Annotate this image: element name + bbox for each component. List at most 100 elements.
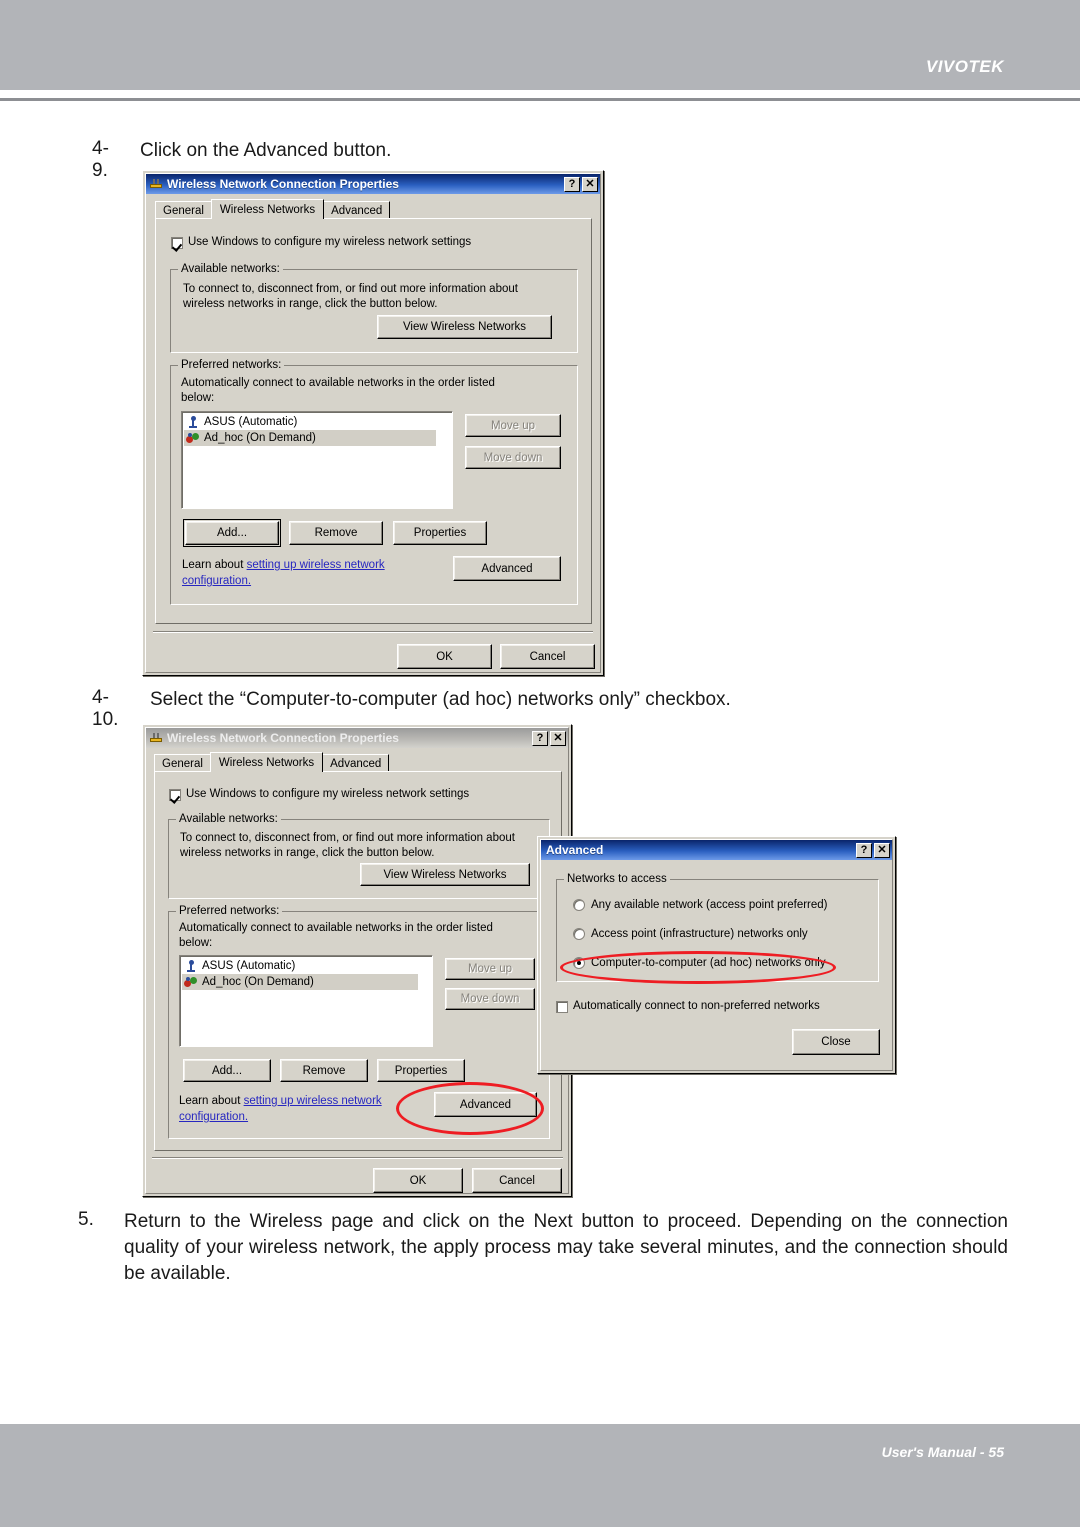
preferred-networks-listbox[interactable]: ASUS (Automatic) Ad_hoc (On Demand) bbox=[181, 411, 453, 509]
ok-button[interactable]: OK bbox=[397, 644, 492, 669]
dialog-titlebar[interactable]: Wireless Network Connection Properties ?… bbox=[146, 174, 600, 194]
advanced-dialog-title: Advanced bbox=[546, 843, 604, 857]
available-networks-group: Available networks: To connect to, disco… bbox=[170, 263, 578, 353]
close-button[interactable]: Close bbox=[792, 1029, 880, 1055]
setting-up-wireless-network-link-line2[interactable]: configuration. bbox=[182, 574, 251, 589]
add-button[interactable]: Add... bbox=[183, 519, 281, 547]
advanced-button[interactable]: Advanced bbox=[453, 556, 561, 581]
button-separator bbox=[152, 1157, 563, 1159]
tabstrip: General Wireless Networks Advanced bbox=[155, 199, 391, 219]
network-adapter-icon bbox=[149, 177, 163, 191]
tab-page-wireless-networks: Use Windows to configure my wireless net… bbox=[154, 771, 562, 1151]
checkbox-box bbox=[169, 789, 181, 801]
wireless-network-connection-properties-dialog-2[interactable]: Wireless Network Connection Properties ?… bbox=[142, 724, 572, 1197]
learn-prefix: Learn about bbox=[179, 1095, 244, 1107]
setting-up-wireless-network-link[interactable]: setting up wireless network bbox=[247, 559, 385, 571]
wireless-network-connection-properties-dialog-1[interactable]: Wireless Network Connection Properties ?… bbox=[142, 170, 604, 676]
list-item[interactable]: Ad_hoc (On Demand) bbox=[182, 974, 418, 990]
list-item[interactable]: ASUS (Automatic) bbox=[184, 414, 452, 430]
learn-prefix: Learn about bbox=[182, 559, 247, 571]
tabstrip: General Wireless Networks Advanced bbox=[154, 752, 390, 772]
tab-general[interactable]: General bbox=[154, 754, 211, 772]
available-desc-line1: To connect to, disconnect from, or find … bbox=[183, 283, 518, 295]
advanced-dialog-titlebar[interactable]: Advanced ? ✕ bbox=[541, 840, 892, 860]
move-down-button[interactable]: Move down bbox=[445, 988, 535, 1010]
advanced-dialog[interactable]: Advanced ? ✕ Networks to access Any avai… bbox=[537, 836, 896, 1074]
tab-general[interactable]: General bbox=[155, 201, 212, 219]
properties-button[interactable]: Properties bbox=[377, 1059, 465, 1082]
tab-wireless-networks[interactable]: Wireless Networks bbox=[210, 199, 325, 219]
use-windows-checkbox[interactable]: Use Windows to configure my wireless net… bbox=[171, 236, 471, 249]
access-point-icon bbox=[186, 415, 200, 429]
available-networks-label: Available networks: bbox=[178, 263, 283, 275]
radio-dot bbox=[573, 899, 585, 911]
preferred-networks-label: Preferred networks: bbox=[176, 905, 283, 917]
help-icon[interactable]: ? bbox=[564, 176, 580, 192]
help-icon[interactable]: ? bbox=[856, 842, 872, 858]
auto-connect-checkbox-label: Automatically connect to non-preferred n… bbox=[573, 1000, 820, 1012]
use-windows-checkbox-label: Use Windows to configure my wireless net… bbox=[186, 788, 470, 800]
tab-advanced[interactable]: Advanced bbox=[323, 201, 391, 219]
networks-to-access-group: Networks to access Any available network… bbox=[556, 873, 879, 982]
radio-computer-to-computer-only[interactable]: Computer-to-computer (ad hoc) networks o… bbox=[573, 957, 826, 969]
add-button[interactable]: Add... bbox=[183, 1059, 271, 1082]
networks-to-access-label: Networks to access bbox=[564, 873, 670, 885]
preferred-desc-line1: Automatically connect to available netwo… bbox=[181, 377, 495, 389]
remove-button[interactable]: Remove bbox=[280, 1059, 368, 1082]
available-networks-group: Available networks: To connect to, disco… bbox=[168, 813, 550, 899]
close-icon[interactable]: ✕ bbox=[582, 176, 598, 192]
page-footer-bar bbox=[0, 1424, 1080, 1527]
preferred-desc-line2: below: bbox=[181, 392, 215, 404]
tab-advanced[interactable]: Advanced bbox=[322, 754, 390, 772]
close-icon[interactable]: ✕ bbox=[550, 730, 566, 746]
remove-button[interactable]: Remove bbox=[289, 521, 383, 545]
checkbox-box bbox=[171, 237, 183, 249]
preferred-desc-line1: Automatically connect to available netwo… bbox=[179, 922, 493, 934]
auto-connect-non-preferred-checkbox[interactable]: Automatically connect to non-preferred n… bbox=[556, 1000, 820, 1013]
setting-up-wireless-network-link-line2[interactable]: configuration. bbox=[179, 1110, 248, 1125]
preferred-networks-listbox[interactable]: ASUS (Automatic) Ad_hoc (On Demand) bbox=[179, 955, 433, 1047]
page-header-bar bbox=[0, 0, 1080, 90]
radio-label: Access point (infrastructure) networks o… bbox=[591, 928, 808, 940]
radio-any-available-network[interactable]: Any available network (access point pref… bbox=[573, 899, 828, 911]
step-4-10-number: 4-10. bbox=[92, 687, 119, 730]
learn-about-text: Learn about setting up wireless network bbox=[182, 558, 385, 573]
cancel-button[interactable]: Cancel bbox=[472, 1168, 562, 1193]
network-adapter-icon bbox=[149, 731, 163, 745]
tab-wireless-networks[interactable]: Wireless Networks bbox=[209, 752, 324, 772]
close-icon[interactable]: ✕ bbox=[874, 842, 890, 858]
view-wireless-networks-button[interactable]: View Wireless Networks bbox=[360, 863, 530, 886]
list-item-label: Ad_hoc (On Demand) bbox=[204, 432, 316, 444]
dialog-title: Wireless Network Connection Properties bbox=[167, 177, 399, 191]
use-windows-checkbox[interactable]: Use Windows to configure my wireless net… bbox=[169, 788, 469, 801]
available-desc-line2: wireless networks in range, click the bu… bbox=[180, 847, 435, 859]
list-item[interactable]: ASUS (Automatic) bbox=[182, 958, 432, 974]
advanced-button[interactable]: Advanced bbox=[434, 1092, 537, 1117]
radio-label: Computer-to-computer (ad hoc) networks o… bbox=[591, 957, 826, 969]
learn-about-text: Learn about setting up wireless network bbox=[179, 1094, 382, 1109]
dialog-title: Wireless Network Connection Properties bbox=[167, 731, 399, 745]
step-4-9-text: Click on the Advanced button. bbox=[140, 140, 392, 161]
dialog-titlebar[interactable]: Wireless Network Connection Properties ?… bbox=[146, 728, 568, 748]
available-desc-line2: wireless networks in range, click the bu… bbox=[183, 298, 438, 310]
move-down-button[interactable]: Move down bbox=[465, 446, 561, 469]
preferred-networks-group: Preferred networks: Automatically connec… bbox=[170, 359, 578, 605]
move-up-button[interactable]: Move up bbox=[445, 958, 535, 980]
radio-access-point-only[interactable]: Access point (infrastructure) networks o… bbox=[573, 928, 808, 940]
radio-dot bbox=[573, 928, 585, 940]
list-item[interactable]: Ad_hoc (On Demand) bbox=[184, 430, 436, 446]
help-icon[interactable]: ? bbox=[532, 730, 548, 746]
ad-hoc-icon bbox=[186, 432, 200, 445]
available-desc-line1: To connect to, disconnect from, or find … bbox=[180, 832, 515, 844]
list-item-label: ASUS (Automatic) bbox=[204, 416, 298, 428]
properties-button[interactable]: Properties bbox=[393, 521, 487, 545]
cancel-button[interactable]: Cancel bbox=[500, 644, 595, 669]
header-rule bbox=[0, 98, 1080, 101]
ok-button[interactable]: OK bbox=[373, 1168, 463, 1193]
view-wireless-networks-button[interactable]: View Wireless Networks bbox=[377, 315, 552, 339]
preferred-networks-label: Preferred networks: bbox=[178, 359, 285, 371]
setting-up-wireless-network-link[interactable]: setting up wireless network bbox=[244, 1095, 382, 1107]
tab-page-wireless-networks: Use Windows to configure my wireless net… bbox=[155, 218, 592, 624]
move-up-button[interactable]: Move up bbox=[465, 414, 561, 437]
button-separator bbox=[153, 631, 593, 633]
